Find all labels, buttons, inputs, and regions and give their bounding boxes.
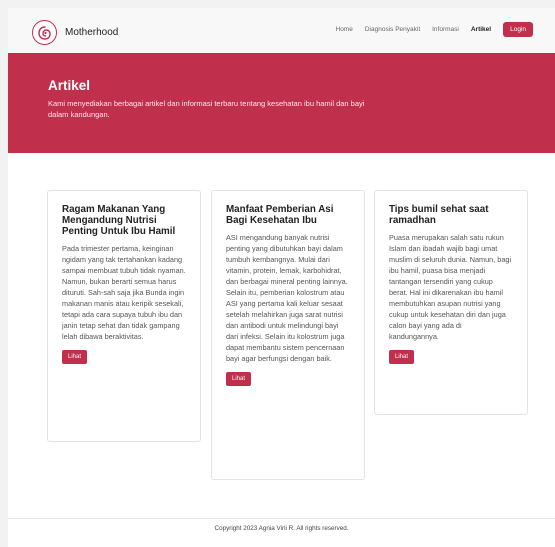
- article-excerpt: Puasa merupakan salah satu rukun Islam d…: [389, 233, 512, 341]
- hero-banner: Artikel Kami menyediakan berbagai artike…: [8, 53, 555, 153]
- article-card: Manfaat Pemberian Asi Bagi Kesehatan Ibu…: [211, 190, 365, 480]
- brand[interactable]: Motherhood: [32, 20, 118, 45]
- article-title: Tips bumil sehat saat ramadhan: [389, 204, 489, 226]
- view-article-button[interactable]: Lihat: [62, 350, 88, 364]
- brand-name: Motherhood: [65, 27, 119, 38]
- article-title: Manfaat Pemberian Asi Bagi Kesehatan Ibu: [226, 204, 334, 226]
- hero-description: Kami menyediakan berbagai artikel dan in…: [48, 99, 365, 119]
- article-card: Ragam Makanan Yang Mengandung Nutrisi Pe…: [47, 190, 201, 442]
- nav-links: Home Diagnosis Penyakit Informasi Artike…: [324, 22, 533, 37]
- copyright-text: Copyright 2023 Agnia Virli R. All rights…: [214, 525, 349, 532]
- baby-logo-icon: [32, 20, 57, 45]
- nav-item-home[interactable]: Home: [336, 26, 353, 33]
- view-article-button[interactable]: Lihat: [389, 350, 415, 364]
- nav-item-informasi[interactable]: Informasi: [432, 26, 459, 33]
- page-title: Artikel: [48, 78, 91, 93]
- article-card: Tips bumil sehat saat ramadhan Puasa mer…: [374, 190, 528, 415]
- article-excerpt: Pada trimester pertama, keinginan ngidam…: [62, 244, 186, 341]
- navbar: Motherhood Home Diagnosis Penyakit Infor…: [8, 8, 555, 53]
- nav-item-diagnosis[interactable]: Diagnosis Penyakit: [365, 26, 420, 33]
- login-button[interactable]: Login: [503, 22, 533, 37]
- page: Motherhood Home Diagnosis Penyakit Infor…: [8, 8, 555, 547]
- nav-item-artikel[interactable]: Artikel: [471, 26, 491, 33]
- article-title: Ragam Makanan Yang Mengandung Nutrisi Pe…: [62, 204, 176, 237]
- footer: Copyright 2023 Agnia Virli R. All rights…: [8, 519, 555, 547]
- view-article-button[interactable]: Lihat: [226, 372, 252, 386]
- article-excerpt: ASI mengandung banyak nutrisi penting ya…: [226, 233, 348, 363]
